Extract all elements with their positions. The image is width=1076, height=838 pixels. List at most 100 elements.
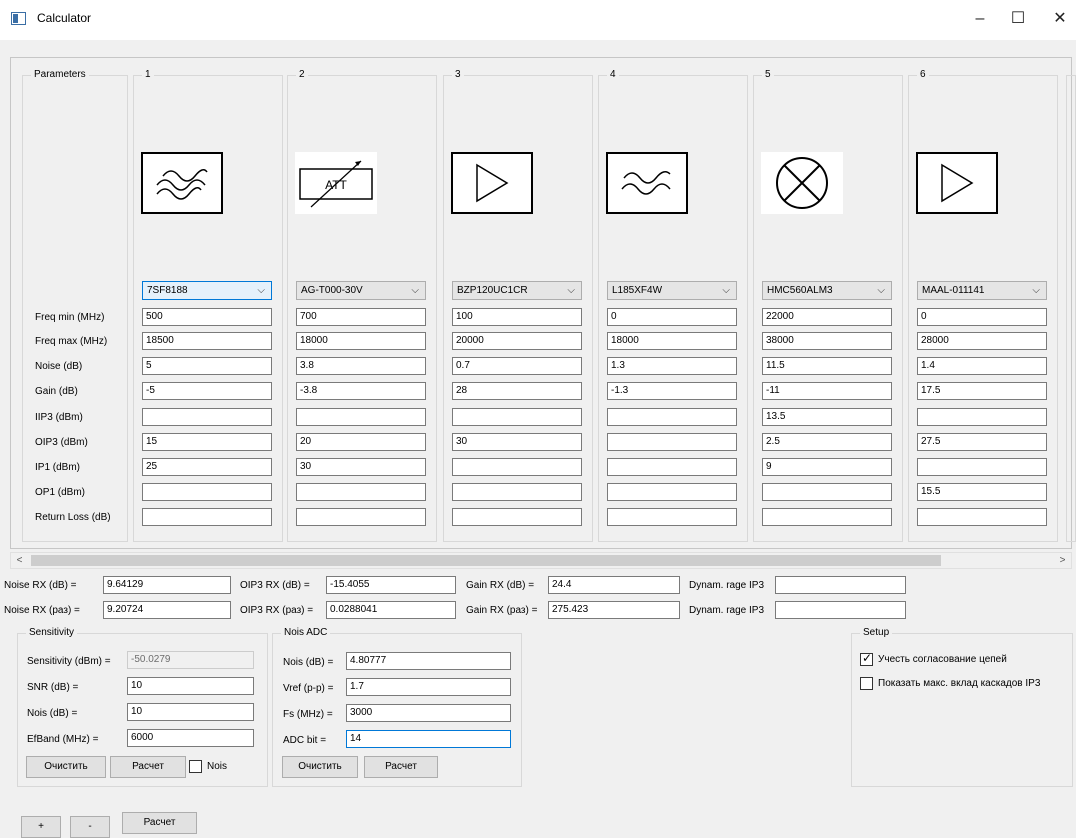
stage-4-field-4[interactable]: -1.3 [607,382,737,400]
adc-clear-button[interactable]: Очистить [282,756,358,778]
stage-2-field-4[interactable]: -3.8 [296,382,426,400]
stage-6-field-8[interactable]: 15.5 [917,483,1047,501]
stage-4-field-1[interactable]: 0 [607,308,737,326]
adc-nois-field[interactable]: 4.80777 [346,652,511,670]
component-select-1[interactable]: 7SF8188 ⌵ [142,281,272,300]
stage-2-field-1[interactable]: 700 [296,308,426,326]
dynam-range-field-2[interactable] [775,601,906,619]
horizontal-scrollbar[interactable]: < > [10,552,1072,569]
component-select-2[interactable]: AG-T000-30V ⌵ [296,281,426,300]
chevron-down-icon[interactable]: ⌵ [567,282,575,299]
stage-6-field-5[interactable] [917,408,1047,426]
stage-5-field-5[interactable]: 13.5 [762,408,892,426]
maximize-button[interactable]: ☐ [998,4,1038,34]
sensitivity-calc-button[interactable]: Расчет [110,756,186,778]
stage-5-field-7[interactable]: 9 [762,458,892,476]
chevron-down-icon[interactable]: ⌵ [257,282,265,299]
stage-1-field-4[interactable]: -5 [142,382,272,400]
stage-5-field-4[interactable]: -11 [762,382,892,400]
stage-3-field-5[interactable] [452,408,582,426]
chevron-down-icon[interactable]: ⌵ [722,282,730,299]
component-select-3[interactable]: BZP120UC1CR ⌵ [452,281,582,300]
noise-rx-raz-field[interactable]: 9.20724 [103,601,231,619]
stage-4-field-2[interactable]: 18000 [607,332,737,350]
stage-4-field-6[interactable] [607,433,737,451]
scroll-left-icon[interactable]: < [11,553,28,568]
stage-4-field-8[interactable] [607,483,737,501]
stage-4-field-3[interactable]: 1.3 [607,357,737,375]
ip3-contribution-checkbox[interactable] [860,677,873,690]
nois-field[interactable]: 10 [127,703,254,721]
component-select-6[interactable]: MAAL-011141 ⌵ [917,281,1047,300]
stage-3-field-6[interactable]: 30 [452,433,582,451]
efband-field[interactable]: 6000 [127,729,254,747]
stage-2-field-7[interactable]: 30 [296,458,426,476]
stage-6-field-3[interactable]: 1.4 [917,357,1047,375]
stage-2-field-6[interactable]: 20 [296,433,426,451]
stage-1-field-3[interactable]: 5 [142,357,272,375]
stage-2-field-3[interactable]: 3.8 [296,357,426,375]
stage-3-field-4[interactable]: 28 [452,382,582,400]
stage-1-field-1[interactable]: 500 [142,308,272,326]
scrollbar-thumb[interactable] [31,555,941,566]
stage-1-field-9[interactable] [142,508,272,526]
stage-3-field-8[interactable] [452,483,582,501]
close-button[interactable]: ✕ [1040,4,1076,34]
matching-checkbox[interactable] [860,651,873,666]
stage-3-field-3[interactable]: 0.7 [452,357,582,375]
stage-5-field-3[interactable]: 11.5 [762,357,892,375]
stage-1-field-7[interactable]: 25 [142,458,272,476]
stage-5-field-9[interactable] [762,508,892,526]
stage-3-field-1[interactable]: 100 [452,308,582,326]
stage-2-field-9[interactable] [296,508,426,526]
stage-2-field-2[interactable]: 18000 [296,332,426,350]
stage-3-field-9[interactable] [452,508,582,526]
stage-1-field-8[interactable] [142,483,272,501]
stage-5-field-8[interactable] [762,483,892,501]
chevron-down-icon[interactable]: ⌵ [1032,282,1040,299]
stage-1-field-5[interactable] [142,408,272,426]
gain-rx-raz-field[interactable]: 275.423 [548,601,680,619]
scroll-right-icon[interactable]: > [1054,553,1071,568]
stage-6-field-7[interactable] [917,458,1047,476]
chevron-down-icon[interactable]: ⌵ [877,282,885,299]
stage-4-field-7[interactable] [607,458,737,476]
stage-3-field-2[interactable]: 20000 [452,332,582,350]
stage-5-field-6[interactable]: 2.5 [762,433,892,451]
stage-6-field-6[interactable]: 27.5 [917,433,1047,451]
fs-field[interactable]: 3000 [346,704,511,722]
component-select-value: BZP120UC1CR [457,285,528,296]
nois-checkbox[interactable] [189,760,202,773]
stage-6-field-1[interactable]: 0 [917,308,1047,326]
stage-3-field-7[interactable] [452,458,582,476]
main-calc-button[interactable]: Расчет [122,812,197,834]
chevron-down-icon[interactable]: ⌵ [411,282,419,299]
stage-1-field-2[interactable]: 18500 [142,332,272,350]
sensitivity-clear-button[interactable]: Очистить [26,756,106,778]
stage-4-field-5[interactable] [607,408,737,426]
gain-rx-raz-label: Gain RX (раз) = [466,605,538,616]
noise-rx-db-field[interactable]: 9.64129 [103,576,231,594]
gain-rx-db-field[interactable]: 24.4 [548,576,680,594]
stage-1-field-6[interactable]: 15 [142,433,272,451]
dynam-range-field-1[interactable] [775,576,906,594]
vref-field[interactable]: 1.7 [346,678,511,696]
stage-5-field-2[interactable]: 38000 [762,332,892,350]
stage-6-field-2[interactable]: 28000 [917,332,1047,350]
component-select-4[interactable]: L185XF4W ⌵ [607,281,737,300]
remove-stage-button[interactable]: - [70,816,110,838]
stage-2-field-5[interactable] [296,408,426,426]
oip3-rx-raz-field[interactable]: 0.0288041 [326,601,456,619]
stage-6-field-4[interactable]: 17.5 [917,382,1047,400]
component-select-5[interactable]: HMC560ALM3 ⌵ [762,281,892,300]
stage-4-field-9[interactable] [607,508,737,526]
adc-bit-field[interactable]: 14 [346,730,511,748]
adc-calc-button[interactable]: Расчет [364,756,438,778]
stage-2-field-8[interactable] [296,483,426,501]
stage-6-field-9[interactable] [917,508,1047,526]
snr-field[interactable]: 10 [127,677,254,695]
add-stage-button[interactable]: + [21,816,61,838]
minimize-button[interactable]: – [960,4,1000,34]
stage-5-field-1[interactable]: 22000 [762,308,892,326]
oip3-rx-db-field[interactable]: -15.4055 [326,576,456,594]
